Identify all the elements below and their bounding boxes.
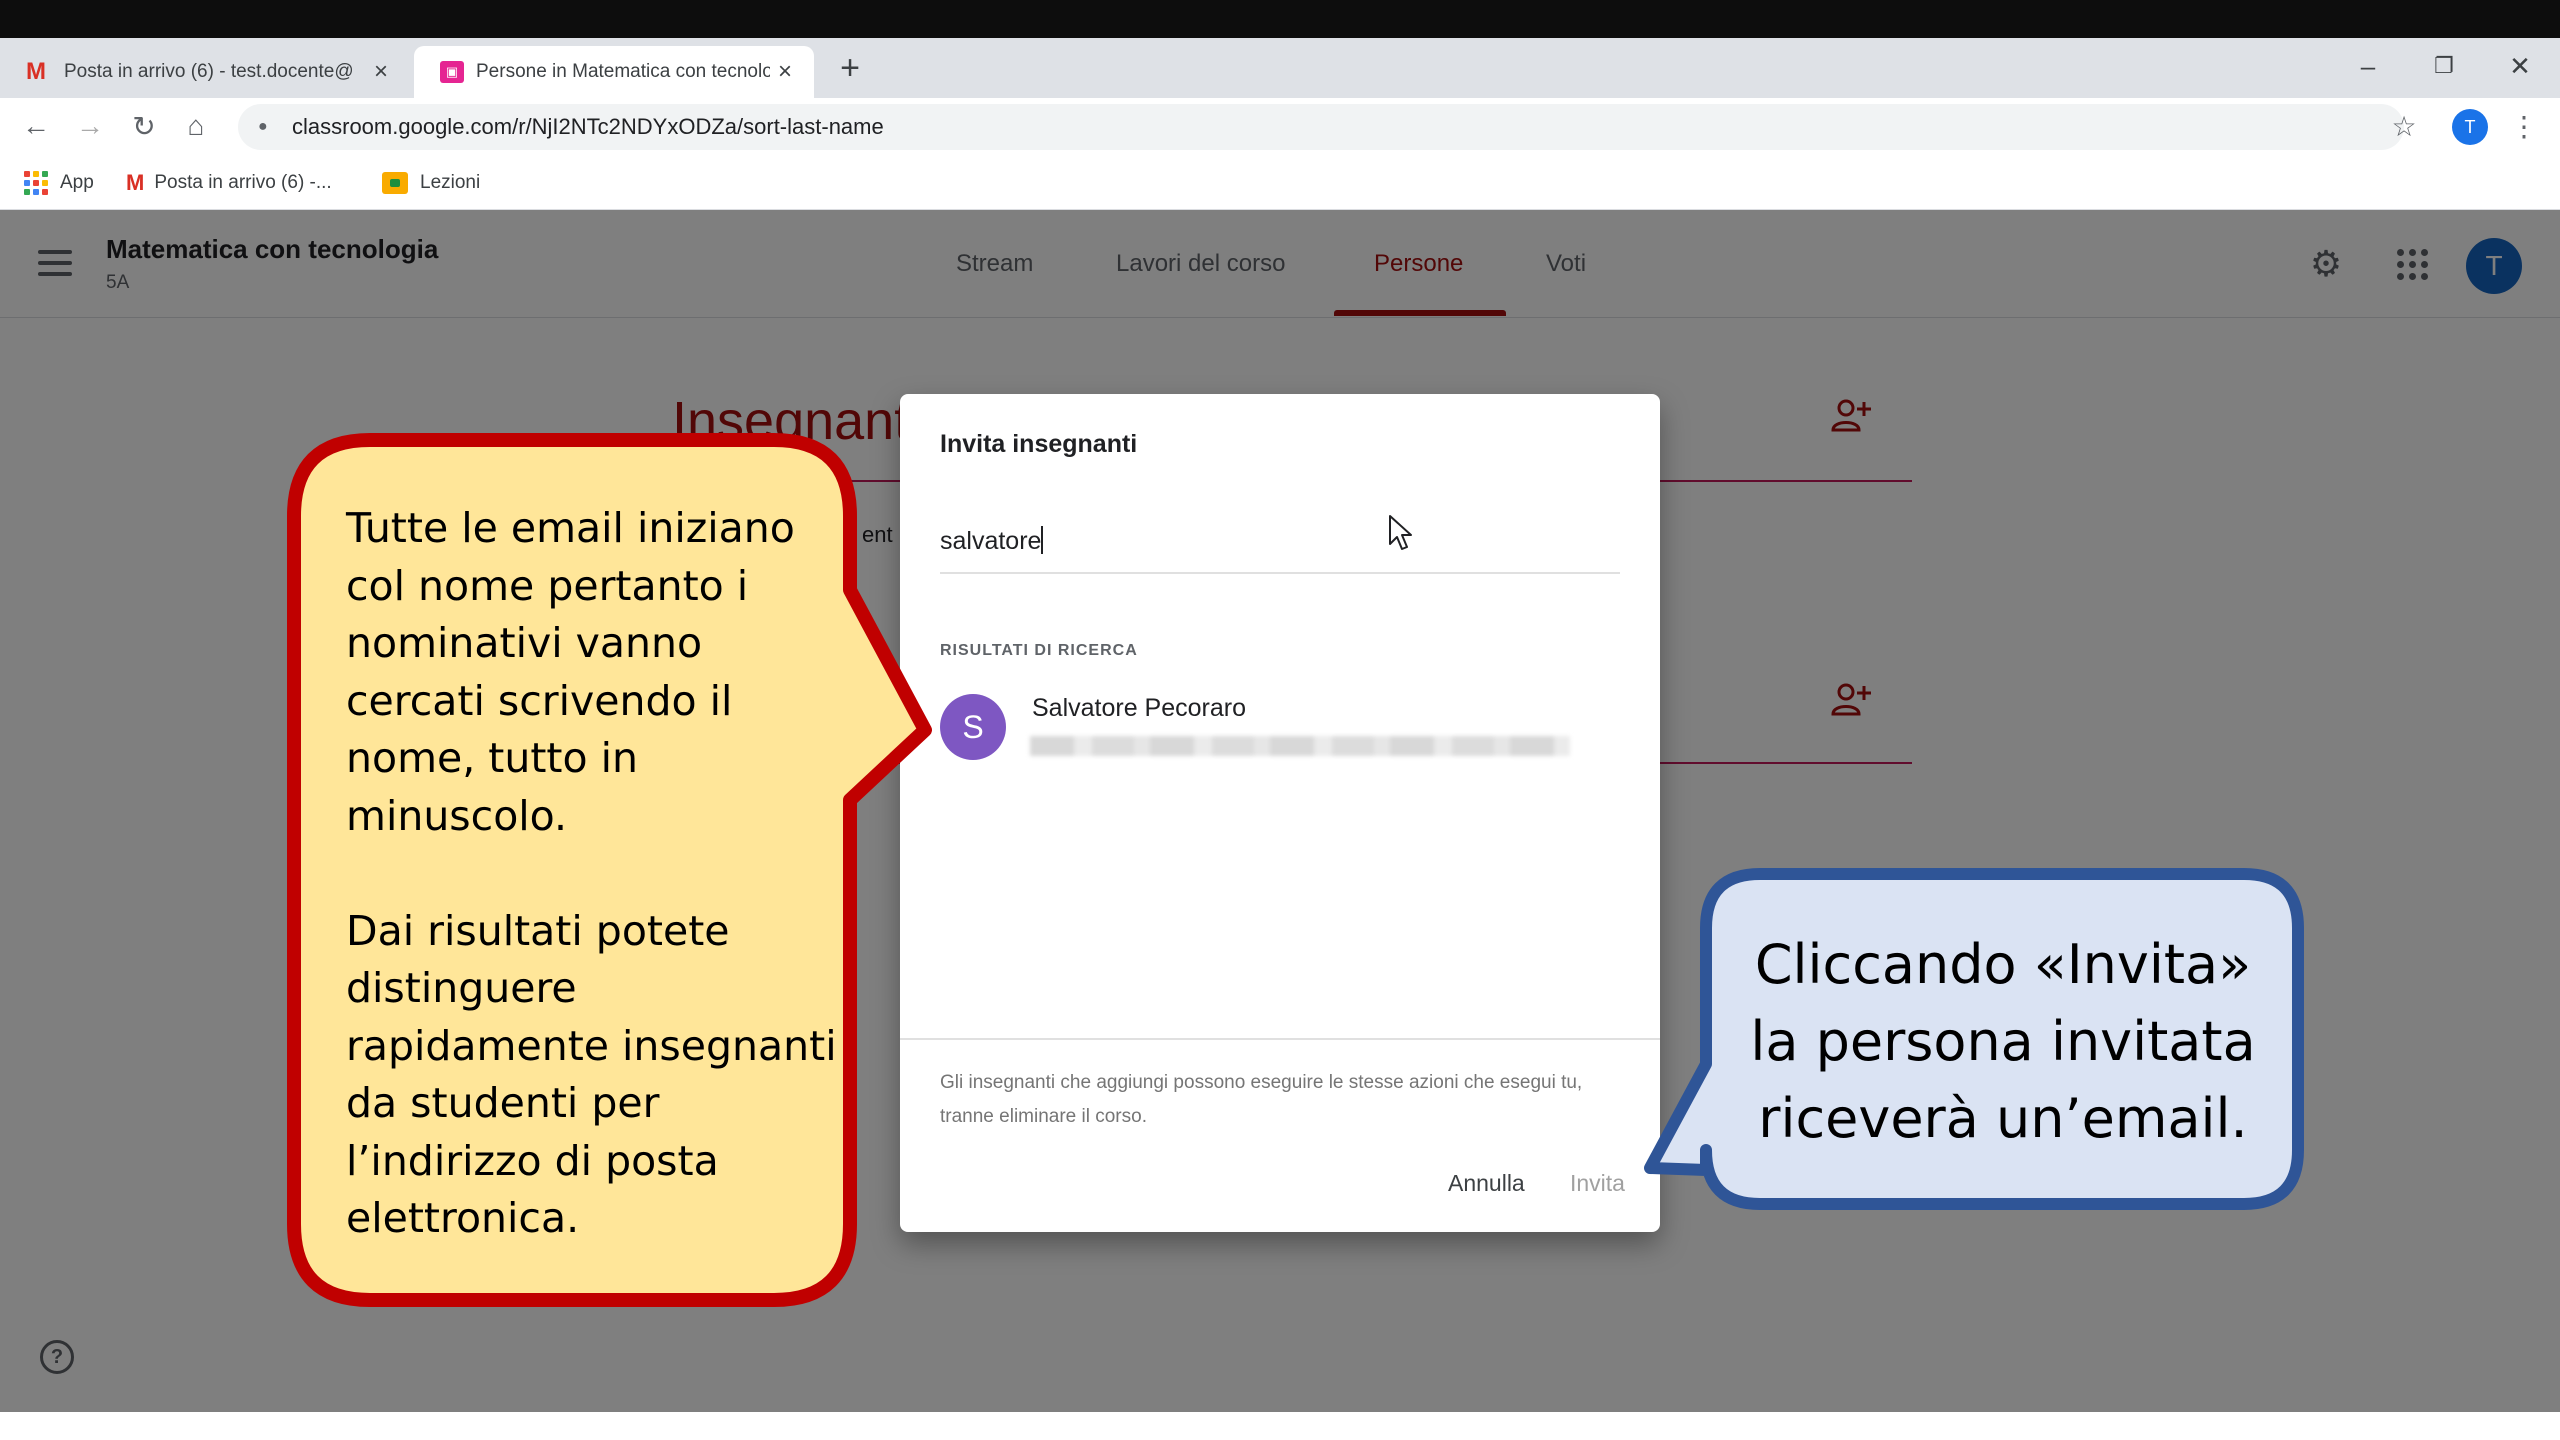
blue-callout-text: Cliccando «Invita» la persona invitata r…	[1750, 933, 2256, 1150]
red-callout-text: Tutte le email iniziano col nome pertant…	[346, 504, 837, 1242]
bottom-strip	[0, 1412, 2560, 1440]
